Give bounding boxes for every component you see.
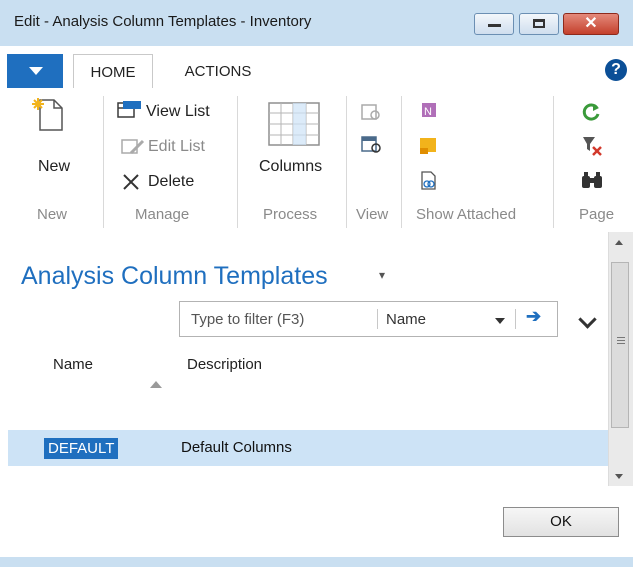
group-divider bbox=[237, 96, 238, 228]
sort-ascending-icon bbox=[150, 381, 162, 388]
scroll-up-arrow-icon[interactable] bbox=[615, 240, 623, 245]
ok-button[interactable]: OK bbox=[503, 507, 619, 537]
columns-button[interactable]: Columns bbox=[259, 158, 322, 176]
view-icon[interactable] bbox=[361, 104, 383, 122]
scrollbar-grip-icon bbox=[617, 337, 625, 338]
clear-filter-icon[interactable] bbox=[581, 135, 603, 157]
maximize-button[interactable] bbox=[519, 13, 559, 35]
group-divider bbox=[346, 96, 347, 228]
group-label-page: Page bbox=[579, 206, 615, 223]
group-label-new: New bbox=[37, 206, 68, 223]
view-list-button[interactable]: View List bbox=[146, 103, 210, 121]
help-icon[interactable]: ? bbox=[605, 59, 627, 81]
group-divider bbox=[103, 96, 104, 228]
find-binoculars-icon[interactable] bbox=[580, 170, 604, 190]
group-divider bbox=[553, 96, 554, 228]
row-name-cell[interactable]: DEFAULT bbox=[44, 438, 119, 459]
apply-filter-arrow-icon[interactable]: ➔ bbox=[526, 306, 541, 327]
filter-field-select[interactable]: Name bbox=[386, 311, 426, 328]
column-header-name[interactable]: Name bbox=[53, 356, 93, 373]
filter-field-dropdown-icon[interactable] bbox=[495, 318, 505, 324]
edit-list-icon bbox=[121, 139, 145, 155]
delete-button[interactable]: Delete bbox=[148, 173, 194, 191]
group-divider bbox=[401, 96, 402, 228]
close-button[interactable]: ✕ bbox=[563, 13, 619, 35]
dropdown-arrow-icon bbox=[29, 67, 43, 75]
columns-grid-icon[interactable] bbox=[268, 102, 320, 146]
tab-actions[interactable]: ACTIONS bbox=[168, 54, 268, 88]
minimize-button[interactable] bbox=[474, 13, 514, 35]
window-title: Edit - Analysis Column Templates - Inven… bbox=[14, 13, 312, 30]
tab-home[interactable]: HOME bbox=[73, 54, 153, 89]
refresh-icon[interactable] bbox=[581, 101, 603, 123]
view-details-icon[interactable] bbox=[361, 136, 383, 154]
page-title-dropdown-icon[interactable]: ▾ bbox=[379, 268, 385, 282]
onenote-icon[interactable]: N bbox=[418, 101, 440, 121]
delete-icon bbox=[123, 174, 139, 190]
column-header-description[interactable]: Description bbox=[187, 356, 262, 373]
dialog-window: Edit - Analysis Column Templates - Inven… bbox=[0, 0, 633, 567]
view-list-icon bbox=[117, 101, 141, 118]
filter-input[interactable]: Type to filter (F3) bbox=[191, 311, 304, 328]
new-button[interactable]: New bbox=[38, 158, 70, 176]
page-title: Analysis Column Templates bbox=[21, 262, 328, 290]
close-icon: ✕ bbox=[584, 15, 598, 32]
group-label-process: Process bbox=[263, 206, 318, 223]
edit-list-button[interactable]: Edit List bbox=[148, 138, 205, 156]
filter-divider bbox=[515, 309, 516, 329]
scrollbar-thumb[interactable] bbox=[611, 262, 629, 428]
row-description-cell[interactable]: Default Columns bbox=[181, 439, 292, 456]
group-label-manage: Manage bbox=[135, 206, 190, 223]
scroll-down-arrow-icon[interactable] bbox=[615, 474, 623, 479]
svg-text:N: N bbox=[424, 106, 432, 118]
app-menu-button[interactable] bbox=[7, 54, 63, 88]
new-document-icon[interactable] bbox=[30, 96, 66, 132]
links-icon[interactable] bbox=[418, 170, 440, 192]
window-bottom-border bbox=[0, 557, 633, 567]
filter-divider bbox=[377, 309, 378, 329]
minimize-icon bbox=[488, 24, 501, 27]
maximize-icon bbox=[533, 19, 545, 28]
notes-icon[interactable] bbox=[418, 136, 440, 156]
group-label-show-attached: Show Attached bbox=[416, 206, 517, 223]
group-label-view: View bbox=[356, 206, 389, 223]
